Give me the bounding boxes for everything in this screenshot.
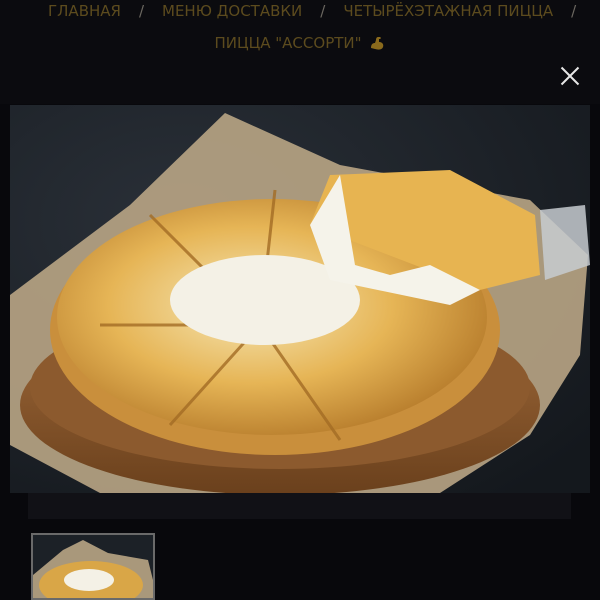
breadcrumb-delivery-menu-link[interactable]: МЕНЮ ДОСТАВКИ: [162, 2, 302, 20]
breadcrumb-separator: /: [138, 2, 145, 20]
breadcrumb-separator: /: [571, 2, 577, 20]
breadcrumb-row: ГЛАВНАЯ / МЕНЮ ДОСТАВКИ / ЧЕТЫРЁХЭТАЖНАЯ…: [48, 0, 576, 22]
close-button[interactable]: [558, 64, 582, 88]
breadcrumb-separator: /: [320, 2, 326, 20]
product-lightbox: ГЛАВНАЯ / МЕНЮ ДОСТАВКИ / ЧЕТЫРЁХЭТАЖНАЯ…: [0, 0, 600, 600]
breadcrumb-current-item: ПИЦЦА "АССОРТИ": [214, 34, 362, 52]
breadcrumb: ГЛАВНАЯ / МЕНЮ ДОСТАВКИ / ЧЕТЫРЁХЭТАЖНАЯ…: [0, 0, 600, 104]
photo-caption-strip: [28, 493, 571, 519]
breadcrumb-current-row: ПИЦЦА "АССОРТИ": [0, 30, 600, 56]
pizza-assorti-photo: [10, 105, 590, 493]
breadcrumb-category-link[interactable]: ЧЕТЫРЁХЭТАЖНАЯ ПИЦЦА: [343, 2, 553, 20]
breadcrumb-home-link[interactable]: ГЛАВНАЯ: [48, 2, 121, 20]
flexed-biceps-icon: [368, 34, 386, 52]
pizza-assorti-thumbnail[interactable]: [31, 533, 155, 600]
